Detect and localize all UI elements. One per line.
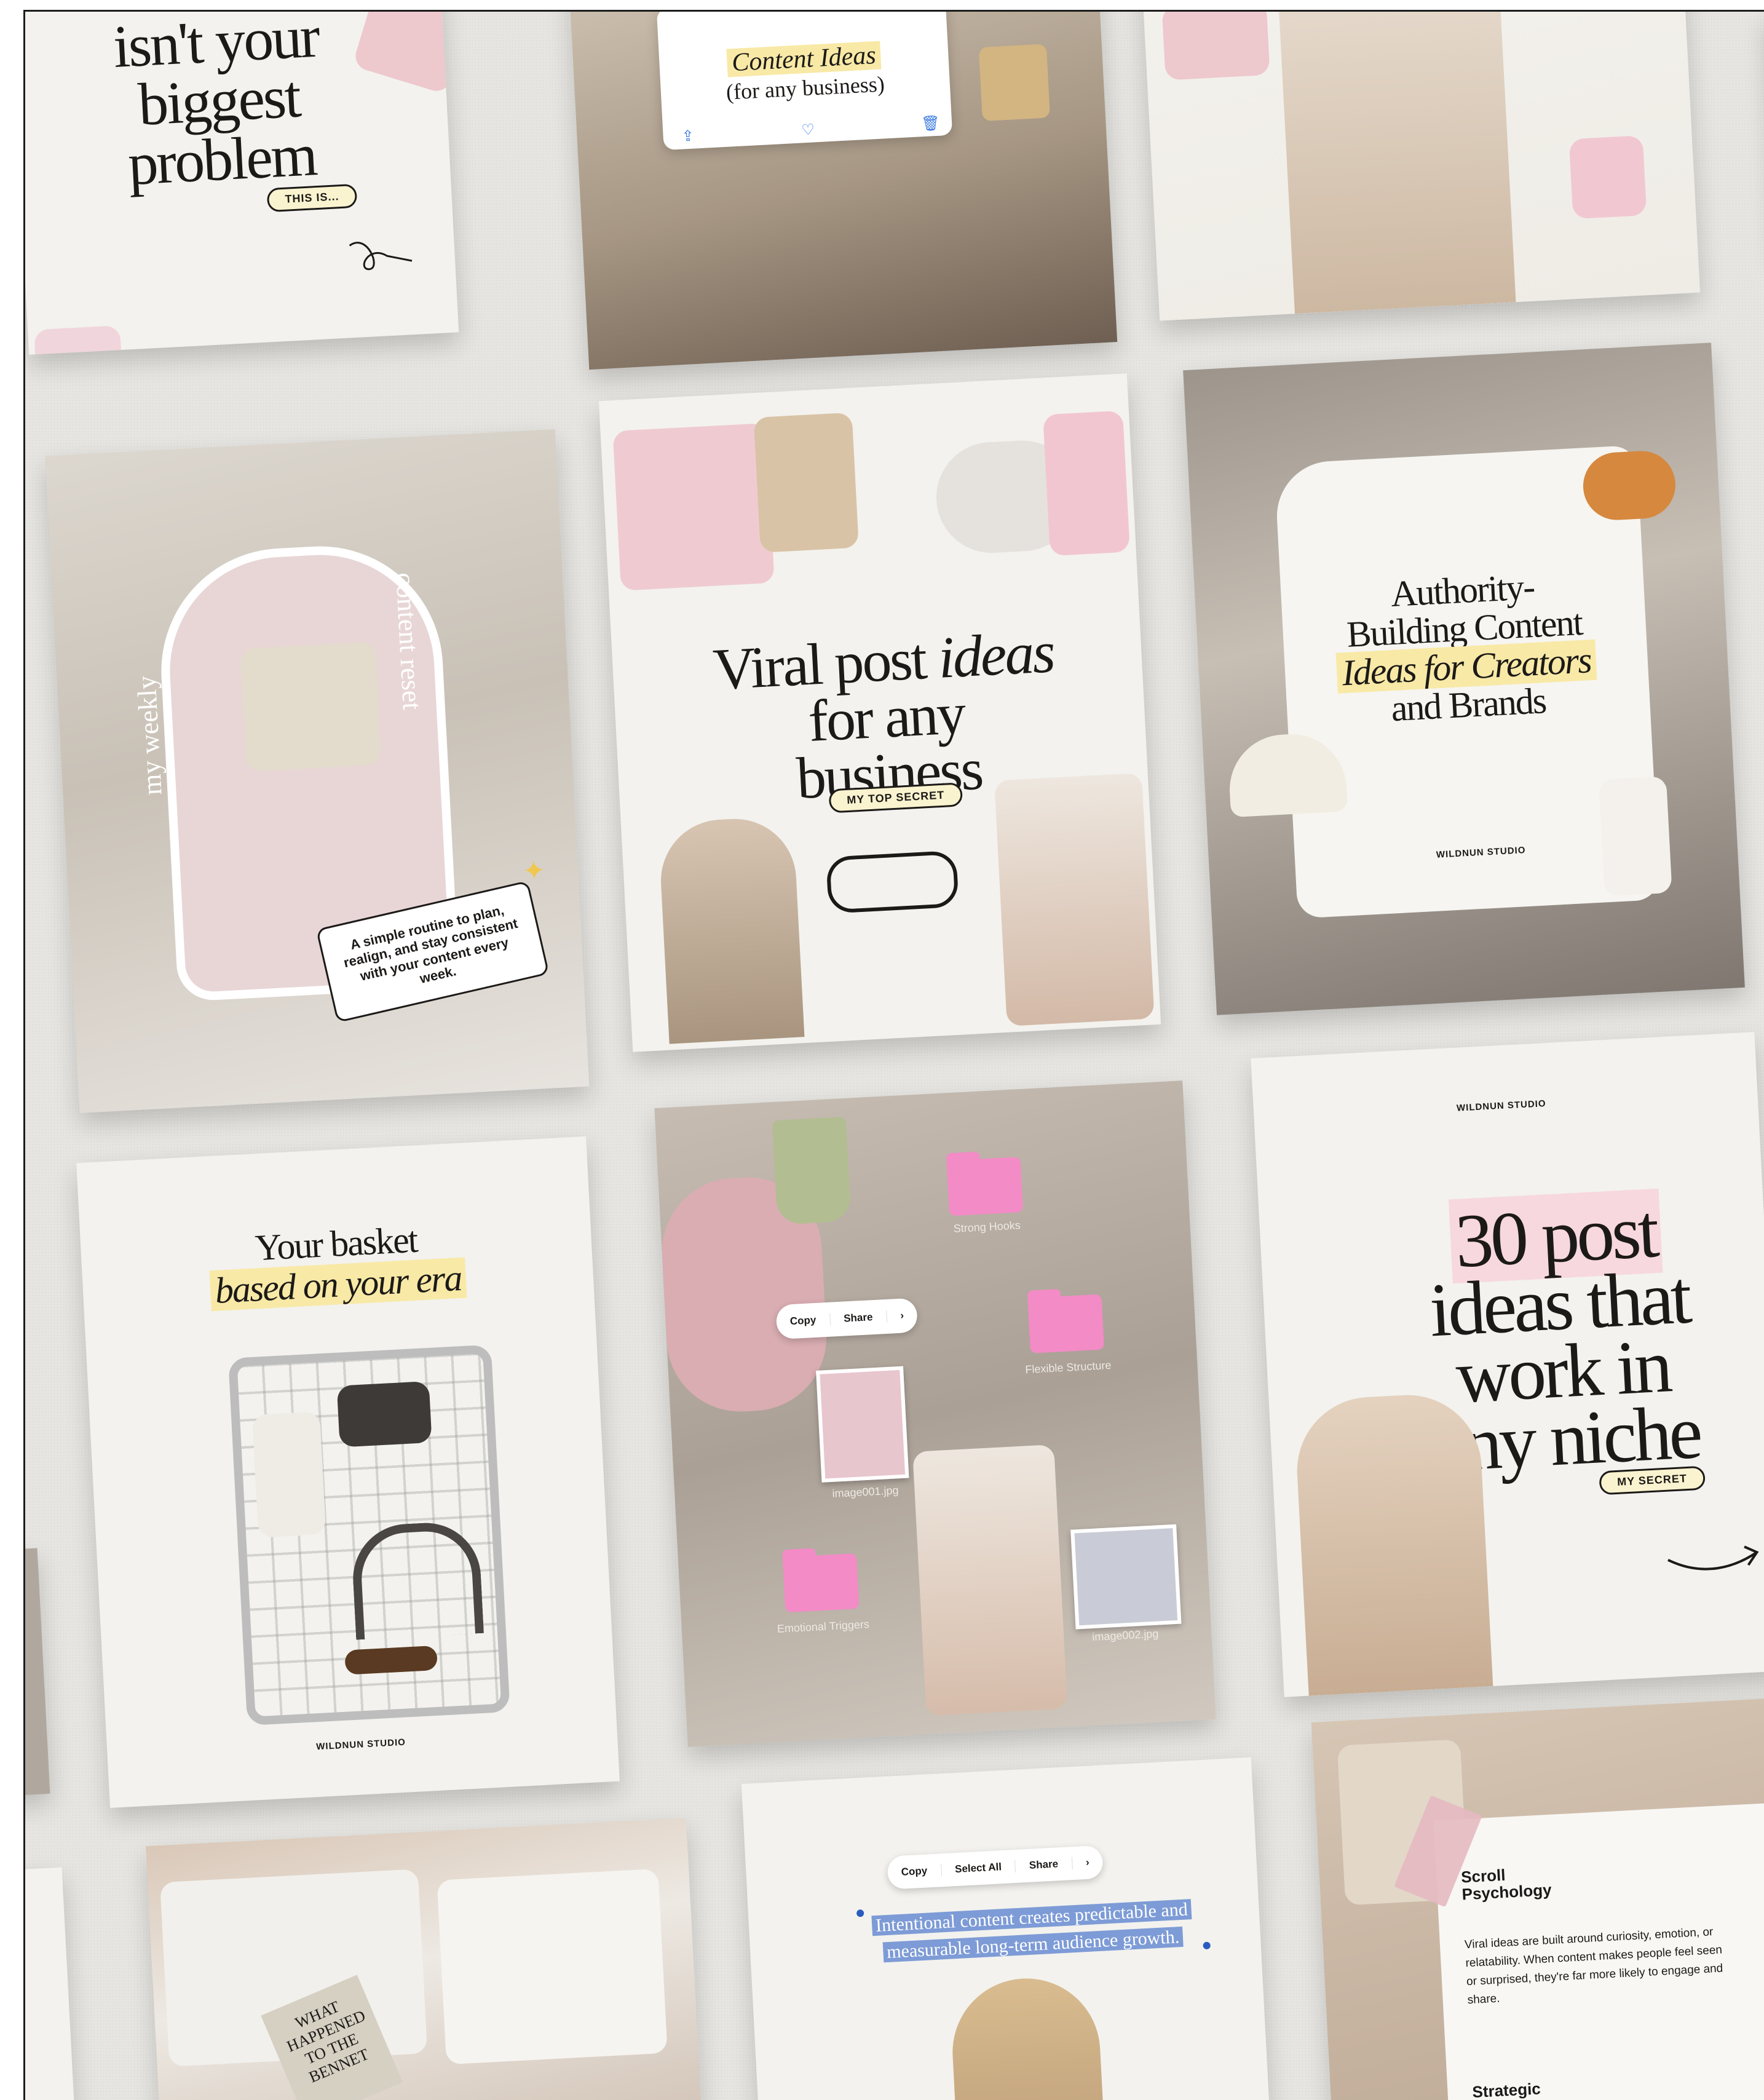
mockup-canvas: isn't your biggest problem THIS IS... Co… bbox=[23, 10, 1764, 2100]
heart-icon[interactable]: ♡ bbox=[801, 121, 815, 139]
woman-selfie-image bbox=[949, 1975, 1105, 2100]
headphones-image bbox=[350, 1520, 485, 1640]
card-content-ideas: Content Ideas (for any business) ⇪ ♡ 🗑 bbox=[568, 12, 1118, 370]
folder-icon[interactable] bbox=[782, 1553, 860, 1613]
this-is-badge: THIS IS... bbox=[266, 183, 358, 213]
croissant-image bbox=[1581, 449, 1677, 522]
file-thumbnail[interactable] bbox=[816, 1366, 909, 1483]
card-fashion-photo bbox=[1141, 12, 1701, 321]
card-authority-content: Authority- Building Content Ideas for Cr… bbox=[1183, 343, 1745, 1015]
sneakers-image bbox=[994, 772, 1155, 1026]
coffee-cup-image bbox=[978, 44, 1050, 122]
authority-headline: Authority- Building Content Ideas for Cr… bbox=[1280, 562, 1650, 734]
copy-button[interactable]: Copy bbox=[776, 1313, 831, 1329]
note-popup: Content Ideas (for any business) ⇪ ♡ 🗑 bbox=[656, 12, 953, 151]
file-label-image002: image002.jpg bbox=[1091, 1627, 1159, 1644]
glasses-image bbox=[826, 850, 959, 914]
scroll-psychology-body: Viral ideas are built around curiosity, … bbox=[1464, 1925, 1723, 2007]
card-bed-reading: WHAT HAPPENED TO THE BENNET bbox=[145, 1818, 705, 2100]
camera-image bbox=[336, 1381, 432, 1448]
trash-icon[interactable]: 🗑 bbox=[920, 114, 940, 133]
makeup-pouch-image bbox=[753, 412, 859, 553]
folder-label-emotional-triggers: Emotional Triggers bbox=[777, 1618, 870, 1635]
sneakers-image bbox=[912, 1444, 1068, 1716]
strategic-structure-title: Strategic Structure bbox=[1471, 2079, 1544, 2100]
selected-text: Intentional content creates predictable … bbox=[859, 1895, 1206, 1967]
mug-image bbox=[34, 325, 124, 355]
brand-label: WILDNUN STUDIO bbox=[315, 1737, 406, 1753]
model-photo bbox=[1276, 12, 1516, 314]
book-title: WHAT HAPPENED TO THE BENNET bbox=[284, 1997, 371, 2086]
copy-share-toolbar: Copy Share › bbox=[775, 1298, 919, 1340]
copy-selectall-share-toolbar: Copy Select All Share › bbox=[887, 1845, 1104, 1890]
woman-headphones-image bbox=[657, 815, 805, 1044]
woman-selfie-image bbox=[1293, 1391, 1493, 1696]
basket-headline: Your basket based on your era bbox=[80, 1210, 594, 1318]
card-folders-photo: Copy Share › Strong Hooks Flexible Struc… bbox=[654, 1080, 1216, 1747]
card-30-post-ideas: WILDNUN STUDIO 30 post ideas that work i… bbox=[1251, 1032, 1764, 1697]
content-reset-text: content reset bbox=[390, 571, 427, 711]
my-weekly-text: my weekly bbox=[131, 675, 168, 796]
book-image bbox=[240, 641, 382, 772]
brand-label: WILDNUN STUDIO bbox=[1436, 845, 1526, 860]
pillow-image bbox=[437, 1868, 668, 2065]
tumbler-image bbox=[251, 1411, 326, 1538]
card-your-basket: Your basket based on your era WILDNUN ST… bbox=[76, 1136, 620, 1808]
sunglasses-image bbox=[344, 1645, 438, 1675]
folder-label-strong-hooks: Strong Hooks bbox=[953, 1219, 1021, 1235]
share-button[interactable]: Share bbox=[829, 1310, 887, 1326]
card-select-text: Copy Select All Share › Intentional cont… bbox=[741, 1757, 1271, 2100]
scroll-psychology-title: Scroll Psychology bbox=[1460, 1865, 1552, 1904]
phone-image bbox=[1043, 410, 1130, 557]
folder-label-flexible-structure: Flexible Structure bbox=[1024, 1358, 1112, 1376]
puffer-bag-image bbox=[612, 423, 775, 591]
arrow-right-icon bbox=[1667, 1545, 1759, 1571]
curly-arrow-icon bbox=[349, 242, 413, 271]
chevron-right-icon[interactable]: › bbox=[887, 1309, 918, 1323]
card-viral-post-ideas: Viral post ideas for any business MY TOP… bbox=[598, 373, 1161, 1052]
share-icon[interactable]: ⇪ bbox=[681, 127, 695, 146]
folder-icon[interactable] bbox=[946, 1157, 1024, 1216]
card-biggest-problem: isn't your biggest problem THIS IS... bbox=[25, 10, 459, 355]
folder-icon[interactable] bbox=[1027, 1294, 1104, 1353]
shopping-basket-image bbox=[228, 1344, 510, 1726]
laptop-image bbox=[1161, 12, 1270, 81]
file-label-image001: image001.jpg bbox=[832, 1484, 899, 1500]
brand-label: WILDNUN STUDIO bbox=[1456, 1098, 1546, 1114]
card-weekly-reset: my weekly content reset A simple routine… bbox=[45, 429, 590, 1113]
share-button[interactable]: Share bbox=[1015, 1857, 1073, 1872]
card-scroll-psychology: Scroll Psychology Viral ideas are built … bbox=[1311, 1696, 1764, 2100]
camera-image bbox=[1568, 135, 1647, 220]
note-card: Scroll Psychology Viral ideas are built … bbox=[1433, 1802, 1764, 2100]
sparkle-icon: ✦ bbox=[521, 855, 547, 887]
select-all-button[interactable]: Select All bbox=[941, 1860, 1016, 1877]
tumbler-image bbox=[1598, 776, 1672, 897]
copy-button[interactable]: Copy bbox=[887, 1864, 942, 1879]
card-headline: isn't your biggest problem bbox=[111, 10, 320, 198]
my-secret-badge: MY SECRET bbox=[1599, 1465, 1706, 1496]
selection-handle-end[interactable] bbox=[1203, 1941, 1211, 1950]
chevron-right-icon[interactable]: › bbox=[1072, 1856, 1103, 1870]
file-thumbnail[interactable] bbox=[1070, 1524, 1182, 1630]
matcha-image bbox=[772, 1116, 852, 1225]
